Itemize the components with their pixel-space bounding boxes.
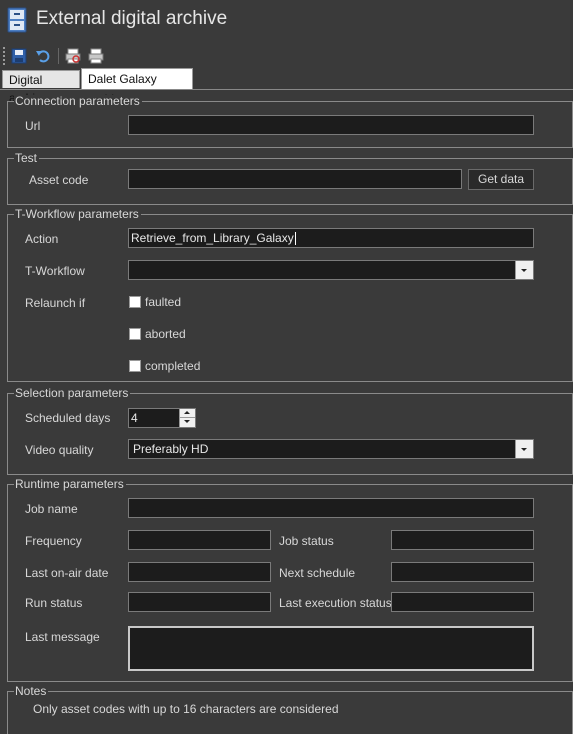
run-status-label: Run status bbox=[25, 596, 83, 610]
toolbar bbox=[0, 44, 573, 68]
spin-up-icon[interactable] bbox=[180, 409, 195, 418]
scheduled-days-stepper[interactable]: 4 bbox=[128, 408, 196, 428]
completed-label: completed bbox=[145, 359, 201, 373]
action-input[interactable]: Retrieve_from_Library_Galaxy bbox=[128, 228, 534, 248]
runtime-parameters-legend: Runtime parameters bbox=[14, 477, 126, 491]
frequency-label: Frequency bbox=[25, 534, 82, 548]
chevron-down-icon[interactable] bbox=[515, 440, 533, 458]
last-onair-date-field[interactable] bbox=[128, 562, 271, 582]
print-preview-icon[interactable] bbox=[65, 48, 81, 64]
selection-parameters-group bbox=[7, 393, 573, 475]
toolbar-grip[interactable] bbox=[3, 47, 5, 65]
chevron-down-icon[interactable] bbox=[515, 261, 533, 279]
action-value: Retrieve_from_Library_Galaxy bbox=[131, 231, 294, 245]
tab-digital-archive[interactable]: Digital archive bbox=[2, 70, 80, 105]
toolbar-separator bbox=[58, 48, 59, 64]
run-status-field[interactable] bbox=[128, 592, 271, 612]
job-status-field[interactable] bbox=[391, 530, 534, 550]
scheduled-days-label: Scheduled days bbox=[25, 411, 111, 425]
last-execution-status-label: Last execution status bbox=[279, 596, 392, 610]
faulted-checkbox[interactable] bbox=[129, 296, 141, 308]
notes-legend: Notes bbox=[14, 684, 49, 698]
next-schedule-label: Next schedule bbox=[279, 566, 356, 580]
tworkflow-parameters-legend: T-Workflow parameters bbox=[14, 207, 141, 221]
spin-buttons[interactable] bbox=[179, 409, 195, 427]
job-status-label: Job status bbox=[279, 534, 334, 548]
archive-cabinet-icon bbox=[6, 7, 28, 33]
aborted-checkbox[interactable] bbox=[129, 328, 141, 340]
spin-down-icon[interactable] bbox=[180, 418, 195, 427]
video-quality-select[interactable]: Preferably HD bbox=[128, 439, 534, 459]
connection-parameters-legend: Connection parameters bbox=[14, 94, 142, 108]
faulted-label: faulted bbox=[145, 295, 182, 309]
last-onair-date-label: Last on-air date bbox=[25, 566, 109, 580]
test-legend: Test bbox=[14, 151, 40, 165]
tworkflow-select[interactable] bbox=[128, 260, 534, 280]
tab-divider bbox=[0, 89, 573, 90]
save-icon[interactable] bbox=[11, 48, 27, 64]
last-message-textarea[interactable] bbox=[128, 626, 534, 671]
last-message-label: Last message bbox=[25, 630, 100, 644]
url-label: Url bbox=[25, 119, 41, 133]
print-icon[interactable] bbox=[88, 48, 104, 64]
undo-icon[interactable] bbox=[35, 48, 51, 64]
job-name-field[interactable] bbox=[128, 498, 534, 518]
next-schedule-field[interactable] bbox=[391, 562, 534, 582]
notes-text: Only asset codes with up to 16 character… bbox=[33, 702, 339, 716]
asset-code-input[interactable] bbox=[128, 169, 462, 189]
last-execution-status-field[interactable] bbox=[391, 592, 534, 612]
get-data-button[interactable]: Get data bbox=[468, 169, 534, 190]
video-quality-label: Video quality bbox=[25, 443, 94, 457]
url-input[interactable] bbox=[128, 115, 534, 135]
action-label: Action bbox=[25, 232, 59, 246]
frequency-field[interactable] bbox=[128, 530, 271, 550]
selection-parameters-legend: Selection parameters bbox=[14, 386, 131, 400]
text-cursor bbox=[294, 232, 296, 246]
completed-checkbox[interactable] bbox=[129, 360, 141, 372]
asset-code-label: Asset code bbox=[29, 173, 89, 187]
tab-dalet-galaxy-archive[interactable]: Dalet Galaxy archive bbox=[81, 68, 193, 106]
tworkflow-label: T-Workflow bbox=[25, 264, 85, 278]
relaunch-if-label: Relaunch if bbox=[25, 296, 86, 310]
aborted-label: aborted bbox=[145, 327, 186, 341]
title-bar: External digital archive bbox=[0, 0, 573, 42]
window-title: External digital archive bbox=[36, 8, 228, 29]
job-name-label: Job name bbox=[25, 502, 78, 516]
tab-strip: Digital archive Dalet Galaxy archive bbox=[0, 68, 573, 106]
